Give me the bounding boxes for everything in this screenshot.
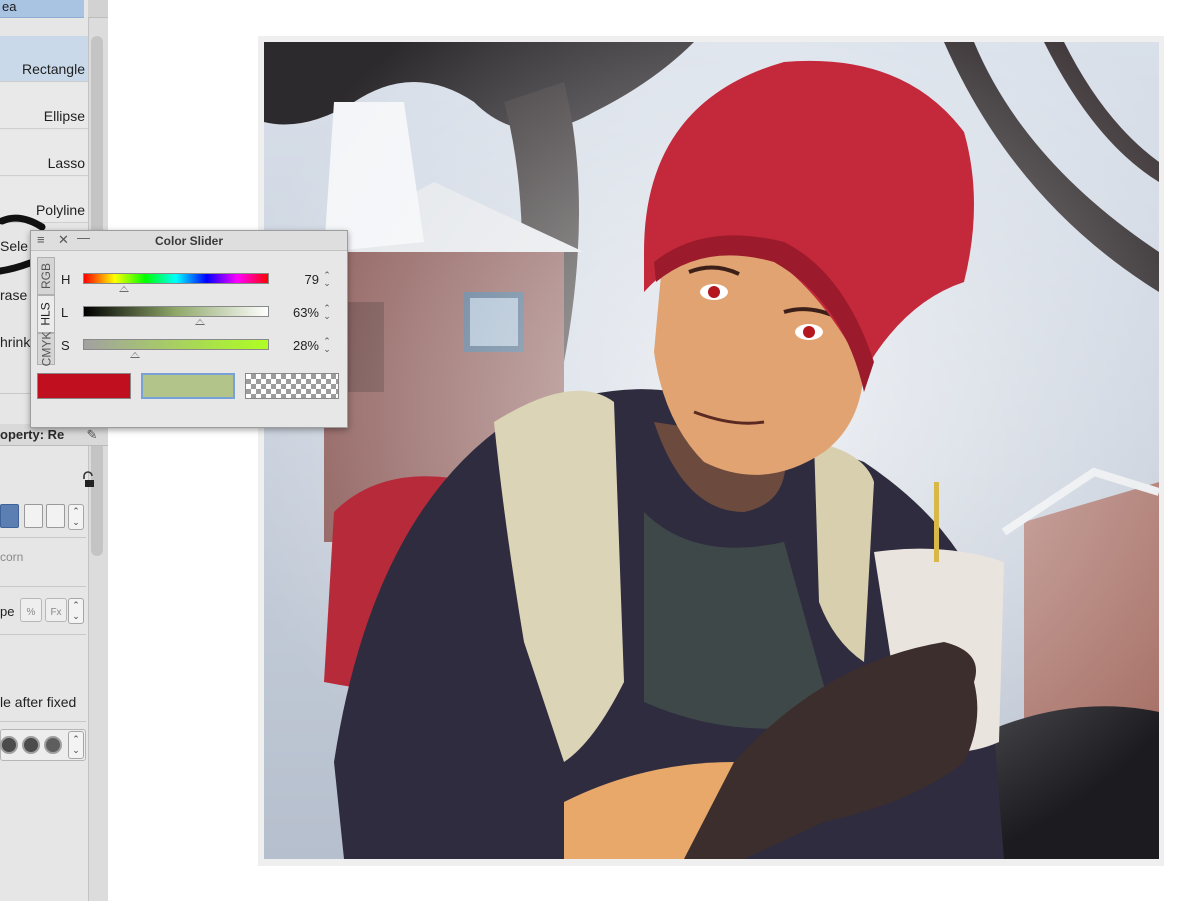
lightness-value[interactable]: 63% xyxy=(279,305,319,320)
lightness-slider[interactable] xyxy=(83,306,269,317)
shape-option-1[interactable] xyxy=(0,736,18,754)
slider-label-h: H xyxy=(61,272,71,287)
section-divider xyxy=(0,634,86,635)
tool-item-label: Lasso xyxy=(47,155,85,171)
tool-item-label: Rectangle xyxy=(21,61,85,77)
tool-property-panel: ea Rectangle Ellipse Lasso Polyline Sele… xyxy=(0,0,108,901)
tool-item-erase[interactable]: rase xyxy=(0,287,27,303)
hue-slider[interactable] xyxy=(83,273,269,284)
saturation-slider-handle[interactable] xyxy=(130,352,141,358)
main-color-swatch[interactable] xyxy=(37,373,131,399)
selection-mode-add-button[interactable] xyxy=(0,504,19,528)
after-fixed-label: le after fixed xyxy=(0,694,77,710)
tool-item-rectangle[interactable]: Rectangle xyxy=(0,36,88,82)
tab-label: CMYK xyxy=(39,331,54,367)
section-divider xyxy=(0,721,86,722)
tab-label: HLS xyxy=(39,302,53,326)
hue-stepper[interactable]: ⌃ ⌄ xyxy=(321,271,333,288)
tool-item-label: Ellipse xyxy=(43,108,85,124)
section-divider xyxy=(0,537,86,538)
shape-option-2[interactable] xyxy=(22,736,40,754)
saturation-slider[interactable] xyxy=(83,339,269,350)
wrench-icon[interactable]: ✎ xyxy=(82,427,102,443)
percent-button[interactable]: % xyxy=(20,598,42,622)
type-stepper[interactable]: ⌃ ⌄ xyxy=(68,598,84,624)
palette-titlebar[interactable]: ≡ ✕ — Color Slider xyxy=(31,231,347,251)
tool-item-shrink[interactable]: hrink xyxy=(0,334,30,350)
palette-title: Color Slider xyxy=(154,234,223,248)
hue-value[interactable]: 79 xyxy=(279,272,319,287)
transparent-color-swatch[interactable] xyxy=(245,373,339,399)
sub-color-swatch[interactable] xyxy=(141,373,235,399)
corner-label: corn xyxy=(0,550,24,564)
tool-item-ellipse[interactable]: Ellipse xyxy=(0,83,88,129)
lock-icon[interactable] xyxy=(80,471,96,489)
panel-grip[interactable] xyxy=(88,0,108,18)
saturation-stepper[interactable]: ⌃ ⌄ xyxy=(321,337,333,354)
section-divider xyxy=(0,586,86,587)
tab-rgb[interactable]: RGB xyxy=(37,257,55,295)
shape-stepper[interactable]: ⌃ ⌄ xyxy=(68,731,84,759)
lightness-stepper[interactable]: ⌃ ⌄ xyxy=(321,304,333,321)
selection-mode-intersect-button[interactable] xyxy=(46,504,65,528)
illustration-image xyxy=(264,42,1159,859)
selection-mode-subtract-button[interactable] xyxy=(24,504,43,528)
tool-item-lasso[interactable]: Lasso xyxy=(0,130,88,176)
slider-label-l: L xyxy=(61,305,69,320)
shape-option-3[interactable] xyxy=(44,736,62,754)
color-slider-palette: ≡ ✕ — Color Slider RGB HLS CMYK H 79 ⌃ ⌄ … xyxy=(30,230,348,428)
lightness-slider-handle[interactable] xyxy=(195,319,206,325)
type-label: pe xyxy=(0,604,15,619)
canvas-artwork[interactable] xyxy=(264,42,1159,859)
tab-cmyk[interactable]: CMYK xyxy=(37,331,55,367)
slider-label-s: S xyxy=(61,338,70,353)
fx-button[interactable]: Fx xyxy=(45,598,67,622)
tool-item-selection-pen[interactable]: Sele xyxy=(0,238,28,254)
tab-hls[interactable]: HLS xyxy=(37,295,55,333)
tool-tab-area[interactable]: ea xyxy=(0,0,84,18)
tab-label: RGB xyxy=(39,262,54,290)
saturation-value[interactable]: 28% xyxy=(279,338,319,353)
mode-stepper[interactable]: ⌃ ⌄ xyxy=(68,504,84,530)
hue-slider-handle[interactable] xyxy=(118,286,129,292)
